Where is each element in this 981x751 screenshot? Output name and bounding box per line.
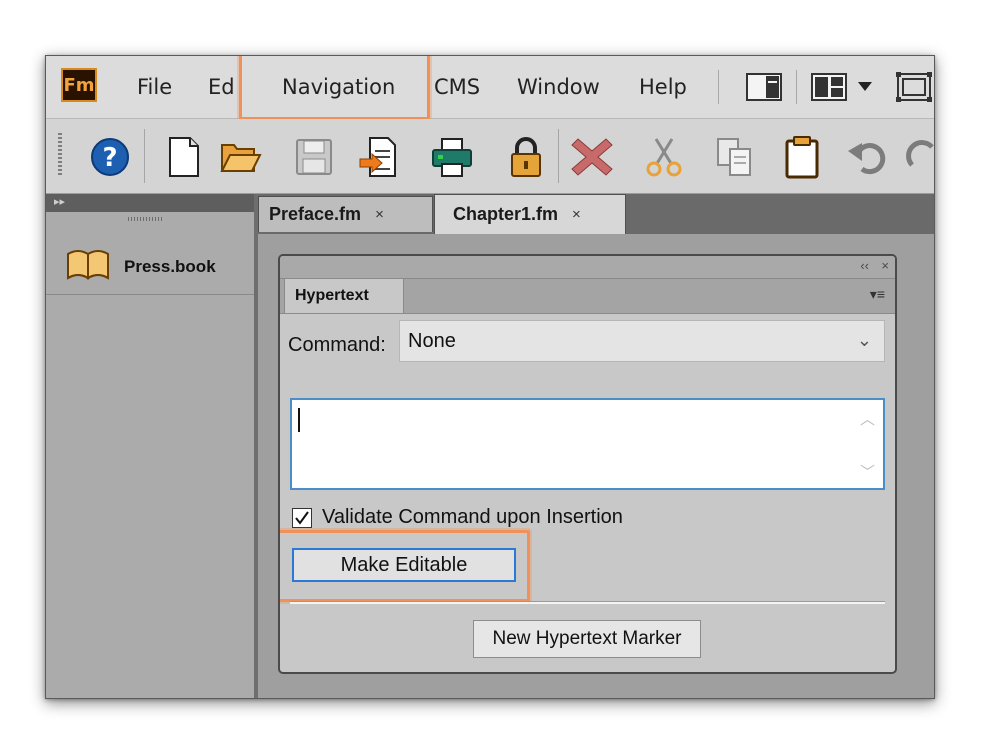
- print-icon[interactable]: [430, 135, 474, 179]
- delete-icon[interactable]: [570, 135, 614, 179]
- command-select-value: None: [408, 330, 456, 352]
- svg-text:?: ?: [102, 143, 117, 173]
- book-panel-grip[interactable]: [128, 217, 164, 221]
- book-panel-header: ▸▸: [46, 194, 254, 212]
- chevron-down-icon: ⌄: [856, 330, 872, 350]
- document-area: Preface.fm × Chapter1.fm × ‹‹ × Hypertex…: [258, 194, 934, 698]
- tab-hypertext[interactable]: Hypertext: [284, 278, 404, 313]
- menu-cms[interactable]: CMS: [434, 75, 480, 99]
- cut-icon[interactable]: [642, 135, 686, 179]
- tab-preface-label: Preface.fm: [269, 204, 362, 224]
- framemaker-window: Fm File Edit Navigation CMS Window Help: [45, 55, 935, 699]
- book-label: Press.book: [124, 257, 216, 276]
- menu-window[interactable]: Window: [517, 75, 600, 99]
- text-cursor: [298, 408, 300, 432]
- framemaker-logo: Fm: [61, 68, 97, 102]
- menu-edit[interactable]: Edit: [208, 75, 236, 99]
- maximize-icon[interactable]: [896, 72, 932, 102]
- paste-icon[interactable]: [780, 135, 824, 179]
- command-label: Command:: [288, 334, 386, 356]
- menu-bar: Fm File Edit Navigation CMS Window Help: [46, 56, 934, 120]
- validate-checkbox[interactable]: [292, 508, 312, 528]
- book-icon: [67, 250, 109, 280]
- command-text-field[interactable]: ︿ ﹀: [290, 398, 885, 490]
- toolbar-separator: [558, 129, 559, 183]
- menu-help[interactable]: Help: [639, 75, 687, 99]
- hypertext-panel-titlebar: ‹‹ ×: [280, 256, 895, 278]
- help-icon[interactable]: ?: [88, 135, 132, 179]
- menu-file[interactable]: File: [137, 75, 172, 99]
- tab-chapter1[interactable]: Chapter1.fm ×: [434, 194, 626, 234]
- tab-preface[interactable]: Preface.fm ×: [258, 196, 433, 232]
- validate-label: Validate Command upon Insertion: [322, 506, 623, 528]
- workspace-icon[interactable]: [811, 73, 847, 101]
- scroll-up-icon[interactable]: ︿: [860, 408, 875, 429]
- close-icon[interactable]: ×: [572, 206, 581, 223]
- redo-icon[interactable]: [902, 135, 935, 179]
- toolbar-separator: [144, 129, 145, 183]
- import-icon[interactable]: [358, 135, 402, 179]
- expand-arrows-icon[interactable]: ▸▸: [54, 195, 65, 208]
- panel-layout-icon[interactable]: [746, 73, 782, 101]
- panel-divider: [290, 601, 885, 604]
- book-panel: ▸▸ Press.book: [46, 194, 258, 698]
- navigation-highlight: [239, 56, 430, 120]
- menu-separator: [796, 70, 797, 104]
- document-tabstrip: Preface.fm × Chapter1.fm ×: [258, 194, 934, 234]
- checkmark-icon: [295, 511, 309, 525]
- collapse-icon[interactable]: ‹‹: [860, 258, 869, 273]
- open-folder-icon[interactable]: [218, 135, 262, 179]
- command-select[interactable]: None ⌄: [399, 320, 885, 362]
- save-icon[interactable]: [292, 135, 336, 179]
- menu-separator: [718, 70, 719, 104]
- new-hypertext-marker-button[interactable]: New Hypertext Marker: [473, 620, 701, 658]
- toolbar-grip[interactable]: [58, 133, 62, 177]
- new-document-icon[interactable]: [162, 135, 206, 179]
- make-editable-highlight: [280, 530, 530, 602]
- tab-chapter1-label: Chapter1.fm: [453, 204, 559, 224]
- book-item[interactable]: Press.book: [46, 234, 254, 295]
- copy-icon[interactable]: [712, 135, 756, 179]
- chevron-down-icon[interactable]: [858, 82, 872, 92]
- toolbar: ?: [46, 119, 934, 194]
- close-icon[interactable]: ×: [375, 206, 384, 223]
- scroll-down-icon[interactable]: ﹀: [860, 461, 875, 482]
- undo-icon[interactable]: [846, 135, 890, 179]
- hypertext-panel: ‹‹ × Hypertext ▾≡ Command: None ⌄ ︿ ﹀ Va…: [278, 254, 897, 674]
- panel-menu-icon[interactable]: ▾≡: [870, 286, 885, 303]
- close-icon[interactable]: ×: [881, 258, 889, 273]
- lock-icon[interactable]: [504, 135, 548, 179]
